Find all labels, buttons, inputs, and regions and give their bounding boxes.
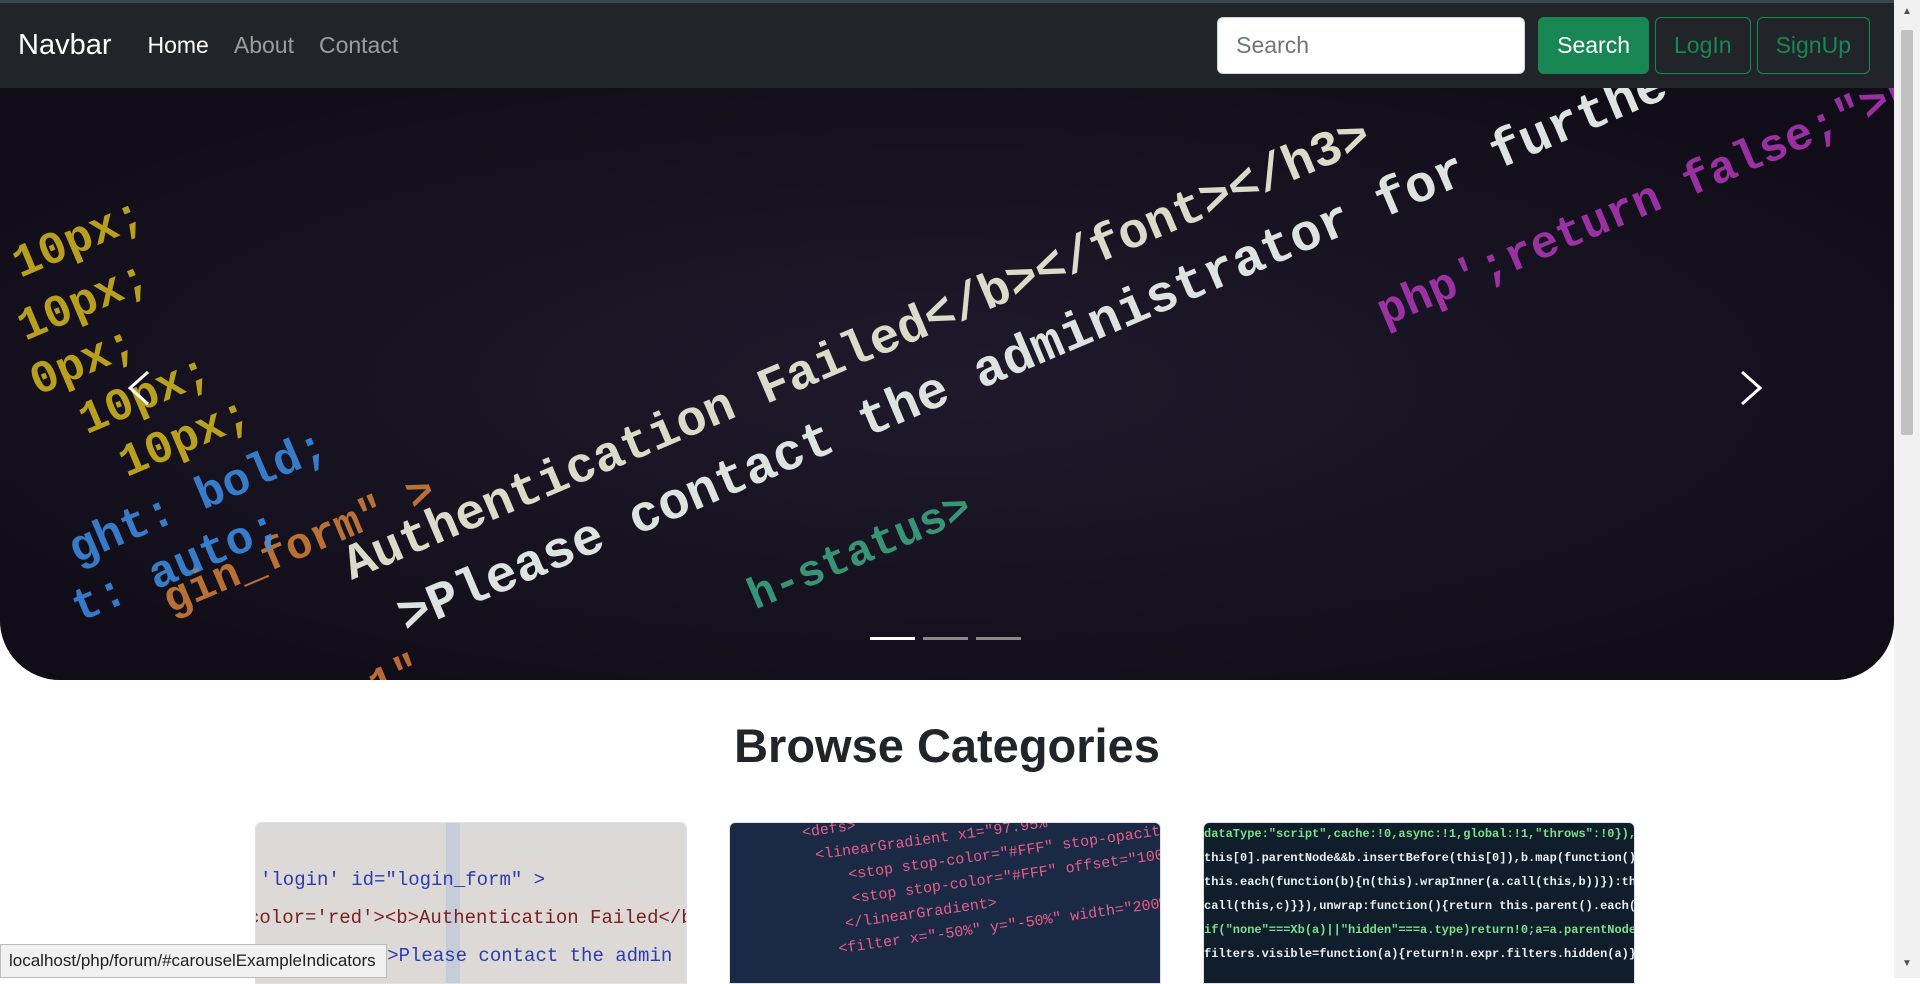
- browser-status-bar: localhost/php/forum/#carouselExampleIndi…: [0, 944, 387, 978]
- scroll-down-arrow-icon[interactable]: ▼: [1901, 958, 1913, 970]
- carousel-indicators: [870, 637, 1029, 640]
- card-1-code-0: 'login' id="login_form" >: [260, 869, 545, 891]
- hero-carousel: >Please contact the administrator for fu…: [0, 88, 1894, 680]
- chevron-right-icon[interactable]: [1720, 358, 1780, 418]
- category-card-2[interactable]: <defs> <linearGradient x1="97.95%" <stop…: [729, 822, 1161, 984]
- nav-link-about[interactable]: About: [234, 32, 294, 59]
- search-button[interactable]: Search: [1538, 17, 1649, 74]
- card-3-code-4: if("none"===Xb(a)||"hidden"===a.type)ret…: [1204, 923, 1634, 937]
- category-card-3-image: dataType:"script",cache:!0,async:!1,glob…: [1204, 823, 1634, 983]
- scrollbar-thumb[interactable]: [1901, 30, 1913, 435]
- card-3-code-3: call(this,c)}}),unwrap:function(){return…: [1204, 899, 1634, 913]
- vertical-scrollbar[interactable]: ▲ ▼: [1894, 0, 1920, 978]
- signup-button[interactable]: SignUp: [1756, 17, 1870, 74]
- category-card-2-image: <defs> <linearGradient x1="97.95%" <stop…: [730, 823, 1160, 983]
- search-input[interactable]: Search: [1217, 17, 1526, 74]
- carousel-indicator-1[interactable]: [870, 637, 915, 640]
- card-1-code-1: color='red'><b>Authentication Failed</b>: [256, 907, 686, 929]
- section-title: Browse Categories: [734, 719, 1160, 772]
- scroll-up-arrow-icon[interactable]: ▲: [1901, 6, 1913, 18]
- card-3-code-0: dataType:"script",cache:!0,async:!1,glob…: [1204, 827, 1634, 841]
- nav-link-contact[interactable]: Contact: [319, 32, 398, 59]
- navbar-actions: Search Search LogIn SignUp: [1217, 17, 1876, 74]
- login-button[interactable]: LogIn: [1655, 17, 1751, 74]
- status-bar-url: localhost/php/forum/#carouselExampleIndi…: [9, 951, 376, 970]
- navbar: Navbar Home About Contact Search Search …: [0, 3, 1894, 88]
- category-card-3[interactable]: dataType:"script",cache:!0,async:!1,glob…: [1203, 822, 1635, 984]
- carousel-indicator-3[interactable]: [976, 637, 1021, 640]
- nav-link-home[interactable]: Home: [148, 32, 209, 59]
- navbar-brand[interactable]: Navbar: [18, 29, 112, 62]
- card-3-code-5: filters.visible=function(a){return!n.exp…: [1204, 947, 1634, 961]
- card-3-code-1: this[0].parentNode&&b.insertBefore(this[…: [1204, 851, 1634, 865]
- card-3-code-2: this.each(function(b){n(this).wrapInner(…: [1204, 875, 1634, 889]
- carousel-slide-image: >Please contact the administrator for fu…: [0, 88, 1894, 680]
- chevron-left-icon[interactable]: [110, 358, 170, 418]
- carousel-indicator-2[interactable]: [923, 637, 968, 640]
